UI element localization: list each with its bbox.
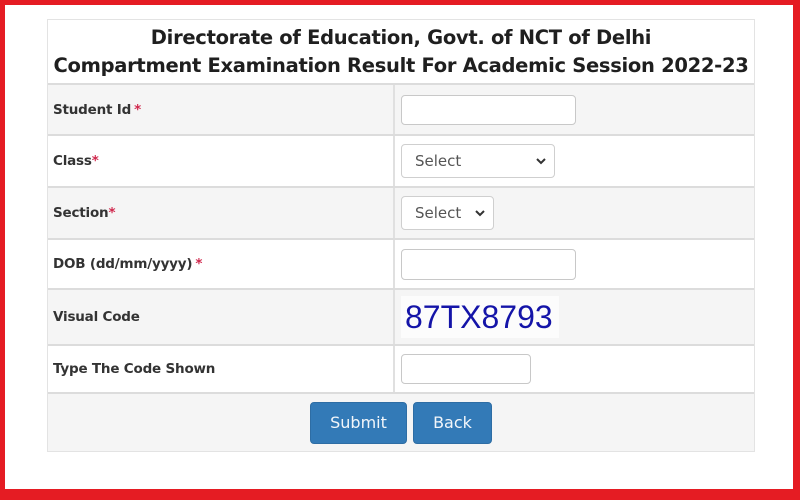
row-class: Class * Select — [48, 136, 754, 188]
required-marker: * — [134, 101, 141, 118]
student-id-label: Student Id * — [48, 85, 395, 134]
required-marker: * — [91, 153, 99, 169]
result-form: Directorate of Education, Govt. of NCT o… — [47, 19, 755, 452]
dob-input[interactable] — [401, 248, 576, 280]
form-header: Directorate of Education, Govt. of NCT o… — [48, 20, 754, 85]
header-title-line1: Directorate of Education, Govt. of NCT o… — [150, 25, 652, 49]
code-entry-label: Type The Code Shown — [48, 346, 395, 392]
row-visual-code: Visual Code 87TX8793 — [48, 290, 754, 346]
row-code-entry: Type The Code Shown — [48, 346, 754, 394]
button-row: Submit Back — [48, 394, 754, 451]
visual-code-label: Visual Code — [48, 290, 395, 344]
row-section: Section * Select — [48, 188, 754, 240]
back-button[interactable]: Back — [413, 401, 492, 444]
dob-label: DOB (dd/mm/yyyy) * — [48, 240, 395, 288]
header-title-line2: Compartment Examination Result For Acade… — [53, 53, 749, 77]
chevron-down-icon — [536, 158, 546, 165]
class-label: Class * — [48, 136, 395, 186]
section-label: Section * — [48, 188, 395, 238]
row-dob: DOB (dd/mm/yyyy) * — [48, 240, 754, 290]
section-select[interactable]: Select — [401, 196, 494, 230]
captcha-image: 87TX8793 — [401, 296, 559, 338]
captcha-input[interactable] — [401, 354, 531, 384]
row-student-id: Student Id * — [48, 85, 754, 136]
chevron-down-icon — [475, 210, 485, 217]
page: Directorate of Education, Govt. of NCT o… — [5, 5, 793, 489]
student-id-input[interactable] — [401, 94, 576, 125]
class-select[interactable]: Select — [401, 144, 555, 178]
required-marker: * — [108, 205, 116, 221]
required-marker: * — [195, 256, 203, 272]
submit-button[interactable]: Submit — [310, 401, 407, 444]
